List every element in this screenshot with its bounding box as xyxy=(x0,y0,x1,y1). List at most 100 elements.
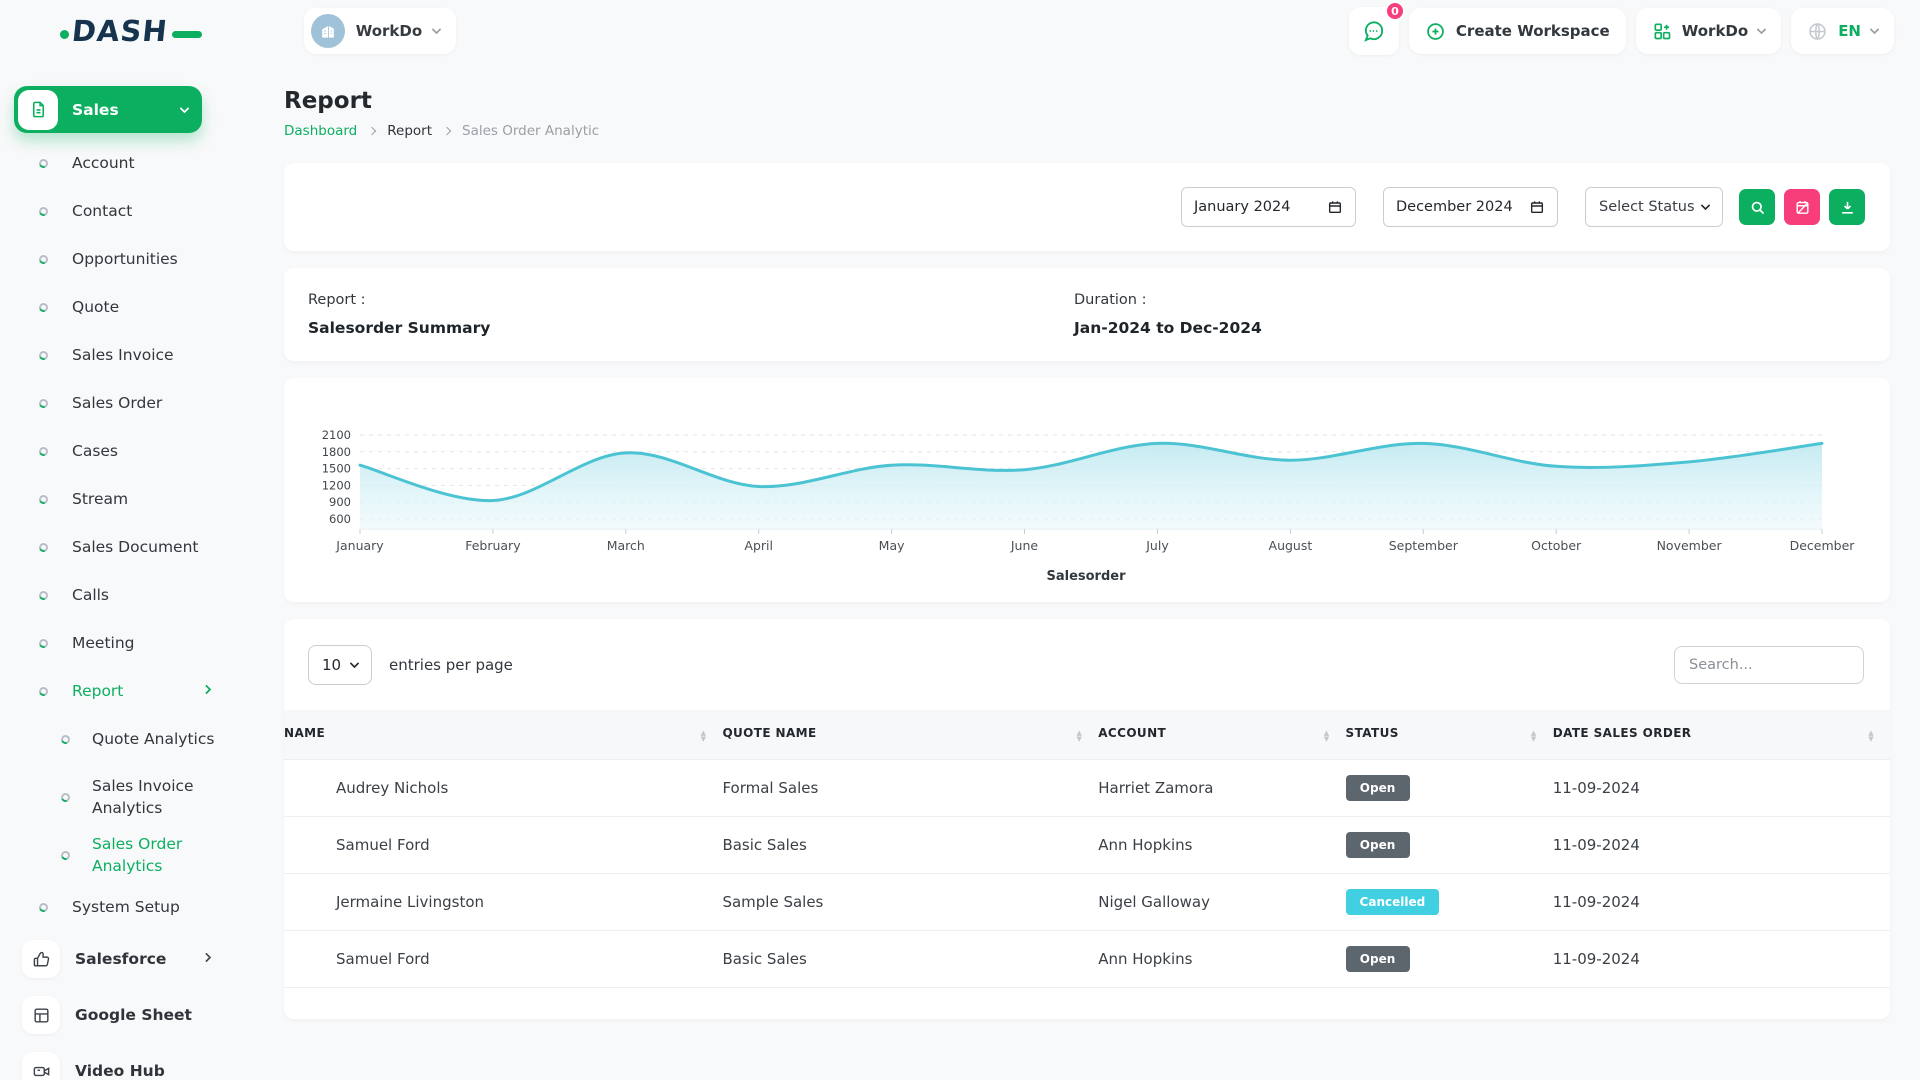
status-badge: Open xyxy=(1346,832,1410,858)
bullet-icon xyxy=(38,901,50,913)
language-selector[interactable]: EN xyxy=(1791,8,1894,54)
sidebar-item[interactable]: Sales Invoice xyxy=(14,331,232,379)
calendar-icon xyxy=(1529,199,1545,215)
bullet-icon xyxy=(38,445,50,457)
sidebar-item[interactable]: Opportunities xyxy=(14,235,232,283)
table-body: Audrey Nichols Formal Sales Harriet Zamo… xyxy=(284,759,1890,987)
cell-name: Samuel Ford xyxy=(284,816,722,873)
column-header[interactable]: STATUS ▲▼ xyxy=(1346,710,1553,759)
cell-quote-name: Basic Sales xyxy=(722,930,1098,987)
bullet-icon xyxy=(38,301,50,313)
bullet-icon xyxy=(38,397,50,409)
bullet-icon xyxy=(38,493,50,505)
sidebar-item-report[interactable]: Report xyxy=(14,667,232,715)
calendar-icon xyxy=(1327,199,1343,215)
svg-text:1500: 1500 xyxy=(322,462,351,476)
table-search-input[interactable] xyxy=(1674,646,1864,684)
breadcrumb-dashboard-link[interactable]: Dashboard xyxy=(284,123,357,139)
plus-circle-icon xyxy=(1425,21,1446,42)
column-header[interactable]: QUOTE NAME ▲▼ xyxy=(722,710,1098,759)
create-workspace-button[interactable]: Create Workspace xyxy=(1409,8,1626,54)
sidebar-item[interactable]: Account xyxy=(14,139,232,187)
svg-text:1200: 1200 xyxy=(322,478,351,492)
sidebar: Sales Account Contact Opportunities xyxy=(0,62,232,1080)
table-row[interactable]: Samuel Ford Basic Sales Ann Hopkins Open… xyxy=(284,930,1890,987)
svg-text:April: April xyxy=(744,538,773,553)
messages-button[interactable]: 0 xyxy=(1349,7,1399,55)
sidebar-item-quote-analytics[interactable]: Quote Analytics xyxy=(14,715,232,763)
svg-text:November: November xyxy=(1657,538,1723,553)
end-date-input[interactable]: December 2024 xyxy=(1383,187,1558,227)
sort-icon[interactable]: ▲▼ xyxy=(1076,730,1082,742)
sidebar-item[interactable]: Meeting xyxy=(14,619,232,667)
chevron-right-icon xyxy=(368,127,376,135)
workspace-selector[interactable]: WorkDo xyxy=(304,8,456,54)
apply-filter-button[interactable] xyxy=(1739,189,1775,225)
svg-text:February: February xyxy=(465,538,521,553)
breadcrumb-current: Sales Order Analytic xyxy=(462,123,599,139)
sort-icon[interactable]: ▲▼ xyxy=(1531,730,1537,742)
sidebar-item-sales-invoice-analytics[interactable]: Sales Invoice Analytics xyxy=(14,763,232,831)
table-row[interactable]: Samuel Ford Basic Sales Ann Hopkins Open… xyxy=(284,816,1890,873)
logo-dash-icon xyxy=(172,31,202,38)
sidebar-item[interactable]: Sales Document xyxy=(14,523,232,571)
thumbs-up-icon xyxy=(22,940,60,978)
column-header[interactable]: NAME ▲▼ xyxy=(284,710,722,759)
sidebar-item[interactable]: Calls xyxy=(14,571,232,619)
spreadsheet-icon xyxy=(22,996,60,1034)
entries-per-page-label: entries per page xyxy=(389,656,513,674)
column-header[interactable]: DATE SALES ORDER ▲▼ xyxy=(1553,710,1890,759)
bullet-icon xyxy=(60,733,72,745)
create-workspace-label: Create Workspace xyxy=(1456,22,1610,40)
svg-text:September: September xyxy=(1389,538,1459,553)
workdo-menu-button[interactable]: WorkDo xyxy=(1636,8,1781,54)
duration-value: Jan-2024 to Dec-2024 xyxy=(1074,319,1262,337)
grid-plus-icon xyxy=(1652,21,1672,41)
svg-text:August: August xyxy=(1269,538,1313,553)
status-badge: Open xyxy=(1346,946,1410,972)
calendar-off-icon xyxy=(1794,199,1811,216)
report-summary: Report : Salesorder Summary Duration : J… xyxy=(284,268,1890,361)
table-row[interactable]: Audrey Nichols Formal Sales Harriet Zamo… xyxy=(284,759,1890,816)
sidebar-item[interactable]: Cases xyxy=(14,427,232,475)
bullet-icon xyxy=(38,685,50,697)
sidebar-item[interactable]: Contact xyxy=(14,187,232,235)
sidebar-sales-label: Sales xyxy=(72,101,119,119)
entries-per-page-select[interactable]: 10 xyxy=(308,645,372,685)
sidebar-item-video-hub[interactable]: Video Hub xyxy=(14,1043,232,1080)
chevron-right-icon xyxy=(202,685,212,695)
bullet-icon xyxy=(38,637,50,649)
table-row[interactable]: Jermaine Livingston Sample Sales Nigel G… xyxy=(284,873,1890,930)
sidebar-item-sales[interactable]: Sales xyxy=(14,86,202,133)
svg-text:May: May xyxy=(879,538,905,553)
dash-logo: DASH xyxy=(60,14,202,48)
sort-icon[interactable]: ▲▼ xyxy=(701,730,707,742)
clear-filter-button[interactable] xyxy=(1784,189,1820,225)
svg-text:600: 600 xyxy=(329,512,351,526)
svg-text:July: July xyxy=(1145,538,1169,553)
sidebar-item-google-sheet[interactable]: Google Sheet xyxy=(14,987,232,1043)
salesorder-area-chart: 6009001200150018002100JanuaryFebruaryMar… xyxy=(310,414,1862,554)
column-header[interactable]: ACCOUNT ▲▼ xyxy=(1098,710,1345,759)
cell-status: Open xyxy=(1346,759,1553,816)
workspace-avatar xyxy=(311,14,345,48)
start-date-input[interactable]: January 2024 xyxy=(1181,187,1356,227)
sidebar-item-system-setup[interactable]: System Setup xyxy=(14,883,232,931)
sort-icon[interactable]: ▲▼ xyxy=(1868,730,1874,742)
sort-icon[interactable]: ▲▼ xyxy=(1324,730,1330,742)
status-select[interactable]: Select Status xyxy=(1585,187,1723,227)
sidebar-item-salesforce[interactable]: Salesforce xyxy=(14,931,232,987)
sidebar-item-sales-order-analytics[interactable]: Sales Order Analytics xyxy=(14,831,232,879)
workdo-menu-label: WorkDo xyxy=(1682,22,1748,40)
download-button[interactable] xyxy=(1829,189,1865,225)
svg-text:1800: 1800 xyxy=(322,445,351,459)
sales-order-table-card: 10 entries per page NAME ▲▼ xyxy=(284,619,1890,1019)
building-icon xyxy=(318,21,338,41)
sidebar-item[interactable]: Sales Order xyxy=(14,379,232,427)
bullet-icon xyxy=(38,541,50,553)
cell-status: Cancelled xyxy=(1346,873,1553,930)
cell-status: Open xyxy=(1346,816,1553,873)
sidebar-item[interactable]: Stream xyxy=(14,475,232,523)
svg-text:June: June xyxy=(1010,538,1039,553)
sidebar-item[interactable]: Quote xyxy=(14,283,232,331)
